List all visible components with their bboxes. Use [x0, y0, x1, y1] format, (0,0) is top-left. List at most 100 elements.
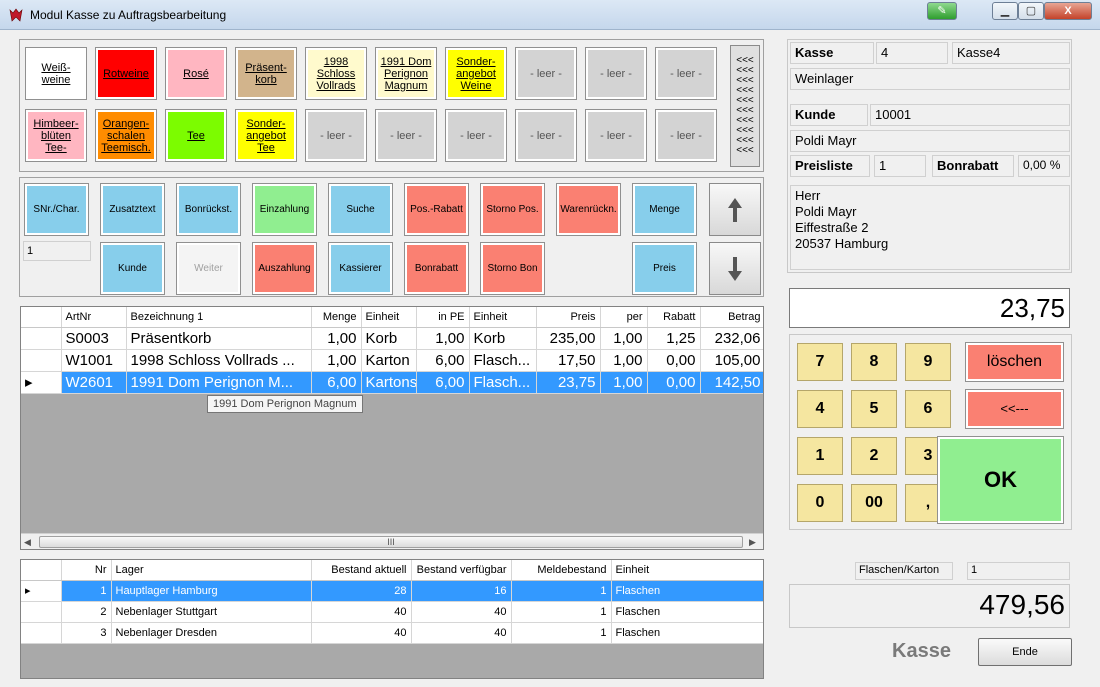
quick-button[interactable]: 1991 Dom Perignon Magnum	[375, 47, 437, 100]
column-header[interactable]: Einheit	[469, 307, 537, 328]
table-cell: S0003	[61, 327, 127, 350]
quick-button[interactable]: Rosé	[165, 47, 227, 100]
ok-button[interactable]: OK	[937, 436, 1064, 524]
snr-char-button[interactable]: SNr./Char.	[24, 183, 89, 236]
row-header[interactable]	[21, 622, 62, 644]
bonrueckst-button[interactable]: Bonrückst.	[176, 183, 241, 236]
quick-button[interactable]: 1998 Schloss Vollrads	[305, 47, 367, 100]
numpad-key[interactable]: 4	[797, 390, 843, 428]
quick-button[interactable]: - leer -	[305, 109, 367, 162]
menge-button[interactable]: Menge	[632, 183, 697, 236]
minimize-button[interactable]: ▁	[992, 2, 1018, 20]
column-header[interactable]: Menge	[311, 307, 362, 328]
quick-button[interactable]: - leer -	[655, 109, 717, 162]
table-cell: 232,06	[700, 327, 763, 350]
numpad-key[interactable]: 5	[851, 390, 897, 428]
function-buttons-panel: SNr./Char. Zusatztext Bonrückst. Einzahl…	[19, 177, 764, 297]
quick-button[interactable]: Orangen-schalen Teemisch.	[95, 109, 157, 162]
arrow-down-button[interactable]	[709, 242, 761, 295]
quick-button[interactable]: Rotweine	[95, 47, 157, 100]
kassierer-button[interactable]: Kassierer	[328, 242, 393, 295]
numpad-key[interactable]: 1	[797, 437, 843, 475]
horizontal-scrollbar[interactable]: ◀ III ▶	[21, 533, 763, 549]
column-header[interactable]: Einheit	[361, 307, 417, 328]
maximize-button[interactable]: ▢	[1018, 2, 1044, 20]
scroll-left-icon[interactable]: ◀	[24, 537, 31, 548]
edit-icon[interactable]: ✎	[927, 2, 957, 20]
table-row[interactable]: W1001 1998 Schloss Vollrads ... 1,00 Karton…	[21, 349, 763, 372]
arrow-up-button[interactable]	[709, 183, 761, 236]
quick-button[interactable]: Himbeer-blüten Tee-	[25, 109, 87, 162]
column-header[interactable]: Betrag	[700, 307, 763, 328]
lager-column-header[interactable]: Einheit	[611, 560, 763, 581]
auszahlung-button[interactable]: Auszahlung	[252, 242, 317, 295]
ende-button[interactable]: Ende	[978, 638, 1072, 666]
kunde-button[interactable]: Kunde	[100, 242, 165, 295]
flaschen-value: 1	[967, 562, 1070, 580]
column-header[interactable]: per	[600, 307, 648, 328]
zusatztext-button[interactable]: Zusatztext	[100, 183, 165, 236]
quick-button[interactable]: - leer -	[375, 109, 437, 162]
quick-buttons-scroll[interactable]: <<< <<< <<< <<< <<< <<< <<< <<< <<< <<<	[730, 45, 760, 167]
lager-row[interactable]: 2 Nebenlager Stuttgart 40 40 1 Flaschen	[21, 601, 763, 623]
lager-row[interactable]: ▸ 1 Hauptlager Hamburg 28 16 1 Flaschen	[21, 580, 763, 602]
weiter-button[interactable]: Weiter	[176, 242, 241, 295]
quick-button[interactable]: - leer -	[585, 47, 647, 100]
flaschen-label: Flaschen/Karton	[855, 562, 953, 580]
storno-bon-button[interactable]: Storno Bon	[480, 242, 545, 295]
numpad-key[interactable]: 8	[851, 343, 897, 381]
lager-row[interactable]: 3 Nebenlager Dresden 40 40 1 Flaschen	[21, 622, 763, 644]
table-cell: 6,00	[311, 371, 362, 394]
quick-button[interactable]: Tee	[165, 109, 227, 162]
suche-button[interactable]: Suche	[328, 183, 393, 236]
backspace-button[interactable]: <<---	[965, 389, 1064, 429]
pos-rabatt-button[interactable]: Pos.-Rabatt	[404, 183, 469, 236]
table-row[interactable]: ▸ W2601 1991 Dom Perignon M... 6,00 Kartons 6…	[21, 371, 763, 394]
column-header[interactable]: Bezeichnung 1	[126, 307, 312, 328]
numpad-key[interactable]: 6	[905, 390, 951, 428]
bonrabatt-button[interactable]: Bonrabatt	[404, 242, 469, 295]
lager-column-header[interactable]: Meldebestand	[511, 560, 612, 581]
row-header[interactable]	[21, 601, 62, 623]
lager-column-header[interactable]: Bestand verfügbar	[411, 560, 512, 581]
numpad-key[interactable]: 2	[851, 437, 897, 475]
row-header[interactable]	[21, 327, 62, 350]
storno-pos-button[interactable]: Storno Pos.	[480, 183, 545, 236]
lager-column-header[interactable]: Bestand aktuell	[311, 560, 412, 581]
row-header[interactable]: ▸	[21, 580, 62, 602]
numpad-key[interactable]: 9	[905, 343, 951, 381]
close-button[interactable]: X	[1044, 2, 1092, 20]
scroll-thumb[interactable]: III	[39, 536, 743, 548]
column-header[interactable]: ArtNr	[61, 307, 127, 328]
table-row[interactable]: S0003 Präsentkorb 1,00 Korb 1,00 Korb 235,00 1,…	[21, 327, 763, 350]
preis-button[interactable]: Preis	[632, 242, 697, 295]
numpad-key[interactable]: 7	[797, 343, 843, 381]
quick-button[interactable]: - leer -	[515, 109, 577, 162]
quick-button[interactable]: - leer -	[655, 47, 717, 100]
row-header[interactable]	[21, 349, 62, 372]
numpad-key[interactable]: 00	[851, 484, 897, 522]
einzahlung-button[interactable]: Einzahlung	[252, 183, 317, 236]
numpad-key[interactable]: 0	[797, 484, 843, 522]
lager-column-header[interactable]: Nr	[61, 560, 112, 581]
table-cell: Karton	[361, 349, 417, 372]
quick-button[interactable]: - leer -	[585, 109, 647, 162]
quick-button[interactable]: Sonder-angebot Tee	[235, 109, 297, 162]
quick-button[interactable]: Präsent-korb	[235, 47, 297, 100]
table-cell: 6,00	[416, 371, 470, 394]
quick-button[interactable]: - leer -	[445, 109, 507, 162]
loeschen-button[interactable]: löschen	[965, 342, 1064, 382]
quick-button[interactable]: Weiß-weine	[25, 47, 87, 100]
quick-button[interactable]: - leer -	[515, 47, 577, 100]
warenrueckn-button[interactable]: Warenrückn.	[556, 183, 621, 236]
column-header[interactable]: in PE	[416, 307, 470, 328]
quick-button[interactable]: Sonder-angebot Weine	[445, 47, 507, 100]
scroll-right-icon[interactable]: ▶	[749, 537, 756, 548]
row-header[interactable]: ▸	[21, 371, 62, 394]
tooltip: 1991 Dom Perignon Magnum	[207, 395, 363, 413]
table-cell: 1,00	[311, 349, 362, 372]
lager-column-header[interactable]: Lager	[111, 560, 312, 581]
column-header[interactable]: Preis	[536, 307, 601, 328]
quantity-field[interactable]: 1	[23, 241, 91, 261]
column-header[interactable]: Rabatt	[647, 307, 701, 328]
